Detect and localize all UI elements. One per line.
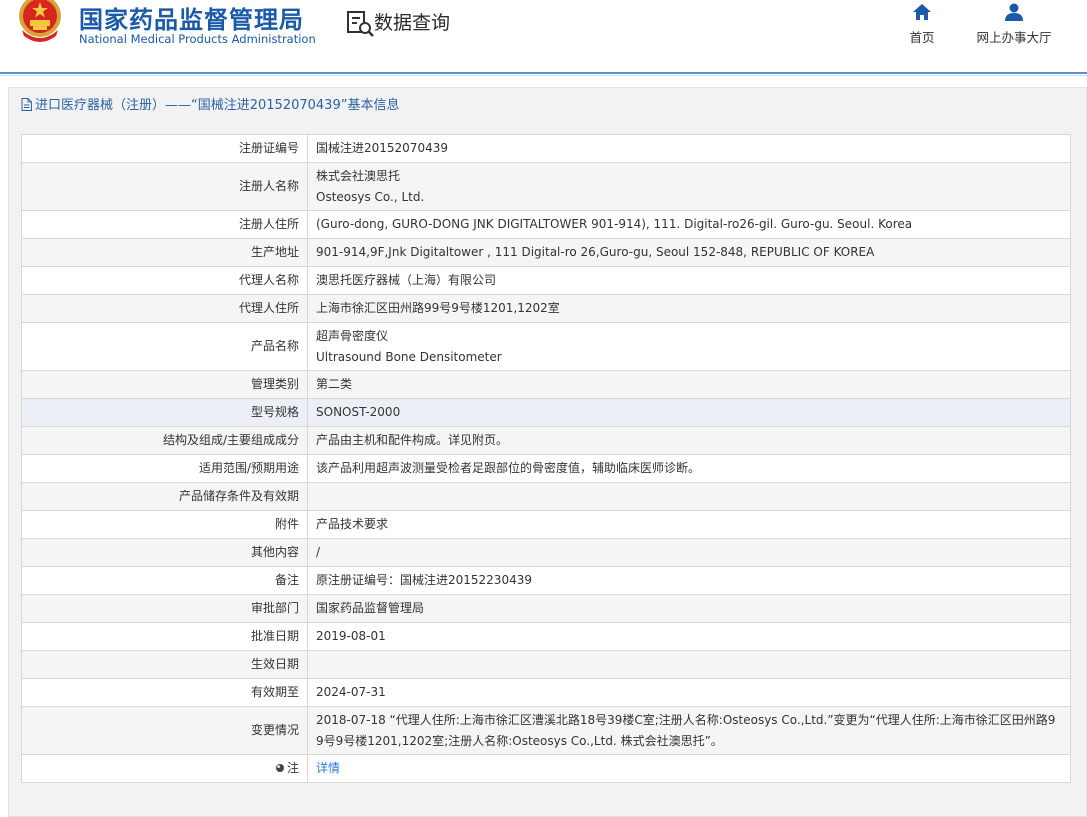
row-label: 产品名称 <box>21 322 308 371</box>
row-label: 代理人名称 <box>21 266 308 295</box>
row-label: 结构及组成/主要组成成分 <box>21 426 308 455</box>
row-label: 备注 <box>21 566 308 595</box>
row-label: 有效期至 <box>21 678 308 707</box>
nav-home-label: 首页 <box>909 30 935 45</box>
table-row: 产品储存条件及有效期 <box>21 482 1071 511</box>
table-row: 变更情况 2018-07-18 “代理人住所:上海市徐汇区漕溪北路18号39楼C… <box>21 706 1071 755</box>
panel-title-text: 进口医疗器械（注册）——“国械注进20152070439”基本信息 <box>35 98 400 113</box>
table-row: 型号规格 SONOST-2000 <box>21 398 1071 427</box>
agency-name-en: National Medical Products Administration <box>79 32 316 46</box>
row-label: 附件 <box>21 510 308 539</box>
row-label: 生效日期 <box>21 650 308 679</box>
nav-online-hall[interactable]: 网上办事大厅 <box>968 2 1060 46</box>
table-row: 生产地址 901-914,9F,Jnk Digitaltower , 111 D… <box>21 238 1071 267</box>
table-row: 注 详情 <box>21 754 1071 783</box>
note-bullet-icon <box>275 764 284 772</box>
row-value: 901-914,9F,Jnk Digitaltower , 111 Digita… <box>307 238 1071 267</box>
row-value: 原注册证编号：国械注进20152230439 <box>307 566 1071 595</box>
row-value: 国械注进20152070439 <box>307 134 1071 163</box>
header-divider-light <box>0 75 1087 76</box>
table-row: 适用范围/预期用途 该产品利用超声波测量受检者足跟部位的骨密度值，辅助临床医师诊… <box>21 454 1071 483</box>
row-label: 管理类别 <box>21 370 308 399</box>
data-query-title: 数据查询 <box>374 12 451 34</box>
document-icon <box>21 98 32 111</box>
row-value: (Guro-dong, GURO-DONG JNK DIGITALTOWER 9… <box>307 210 1071 239</box>
table-row: 注册人名称 株式会社澳思托 Osteosys Co., Ltd. <box>21 162 1071 211</box>
details-link[interactable]: 详情 <box>316 761 340 775</box>
row-value: 超声骨密度仪 Ultrasound Bone Densitometer <box>307 322 1071 371</box>
row-label: 变更情况 <box>21 706 308 755</box>
table-row: 管理类别 第二类 <box>21 370 1071 399</box>
row-label: 注册人住所 <box>21 210 308 239</box>
row-value: 产品由主机和配件构成。详见附页。 <box>307 426 1071 455</box>
row-value: 澳思托医疗器械（上海）有限公司 <box>307 266 1071 295</box>
national-emblem-icon <box>19 0 61 42</box>
row-label: 注册人名称 <box>21 162 308 211</box>
row-value: 2024-07-31 <box>307 678 1071 707</box>
registration-detail-table: 注册证编号 国械注进20152070439 注册人名称 株式会社澳思托 Osteo… <box>21 134 1071 783</box>
row-label: 批准日期 <box>21 622 308 651</box>
home-icon <box>913 4 931 20</box>
nav-online-hall-label: 网上办事大厅 <box>976 30 1052 45</box>
row-label: 其他内容 <box>21 538 308 567</box>
row-value: 2018-07-18 “代理人住所:上海市徐汇区漕溪北路18号39楼C室;注册人… <box>307 706 1071 755</box>
table-row: 备注 原注册证编号：国械注进20152230439 <box>21 566 1071 595</box>
table-row: 有效期至 2024-07-31 <box>21 678 1071 707</box>
table-row: 产品名称 超声骨密度仪 Ultrasound Bone Densitometer <box>21 322 1071 371</box>
table-row: 注册证编号 国械注进20152070439 <box>21 134 1071 163</box>
row-value: / <box>307 538 1071 567</box>
table-row: 注册人住所 (Guro-dong, GURO-DONG JNK DIGITALT… <box>21 210 1071 239</box>
row-value: 上海市徐汇区田州路99号9号楼1201,1202室 <box>307 294 1071 323</box>
row-value: 株式会社澳思托 Osteosys Co., Ltd. <box>307 162 1071 211</box>
row-label: 适用范围/预期用途 <box>21 454 308 483</box>
row-label: 产品储存条件及有效期 <box>21 482 308 511</box>
nav-home[interactable]: 首页 <box>900 2 944 46</box>
row-value: 产品技术要求 <box>307 510 1071 539</box>
row-value: 国家药品监督管理局 <box>307 594 1071 623</box>
row-label: 型号规格 <box>21 398 308 427</box>
row-value: 第二类 <box>307 370 1071 399</box>
table-row: 附件 产品技术要求 <box>21 510 1071 539</box>
table-row: 生效日期 <box>21 650 1071 679</box>
data-query-icon <box>347 11 374 37</box>
row-label: 注册证编号 <box>21 134 308 163</box>
row-value: 2019-08-01 <box>307 622 1071 651</box>
row-label: 审批部门 <box>21 594 308 623</box>
row-value: SONOST-2000 <box>307 398 1071 427</box>
row-label: 生产地址 <box>21 238 308 267</box>
row-value <box>307 650 1071 679</box>
row-value: 该产品利用超声波测量受检者足跟部位的骨密度值，辅助临床医师诊断。 <box>307 454 1071 483</box>
table-row: 代理人名称 澳思托医疗器械（上海）有限公司 <box>21 266 1071 295</box>
table-row: 结构及组成/主要组成成分 产品由主机和配件构成。详见附页。 <box>21 426 1071 455</box>
table-row: 其他内容 / <box>21 538 1071 567</box>
row-label: 代理人住所 <box>21 294 308 323</box>
user-icon <box>1005 3 1023 21</box>
row-label: 注 <box>21 754 308 783</box>
row-value: 详情 <box>307 754 1071 783</box>
table-row: 批准日期 2019-08-01 <box>21 622 1071 651</box>
table-row: 代理人住所 上海市徐汇区田州路99号9号楼1201,1202室 <box>21 294 1071 323</box>
row-value <box>307 482 1071 511</box>
panel-title: 进口医疗器械（注册）——“国械注进20152070439”基本信息 <box>21 94 399 118</box>
site-header: 国家药品监督管理局 National Medical Products Admi… <box>0 0 1087 72</box>
agency-name-cn: 国家药品监督管理局 <box>79 6 304 34</box>
row-label-text: 注 <box>286 761 299 775</box>
table-row: 审批部门 国家药品监督管理局 <box>21 594 1071 623</box>
header-divider <box>0 72 1087 74</box>
